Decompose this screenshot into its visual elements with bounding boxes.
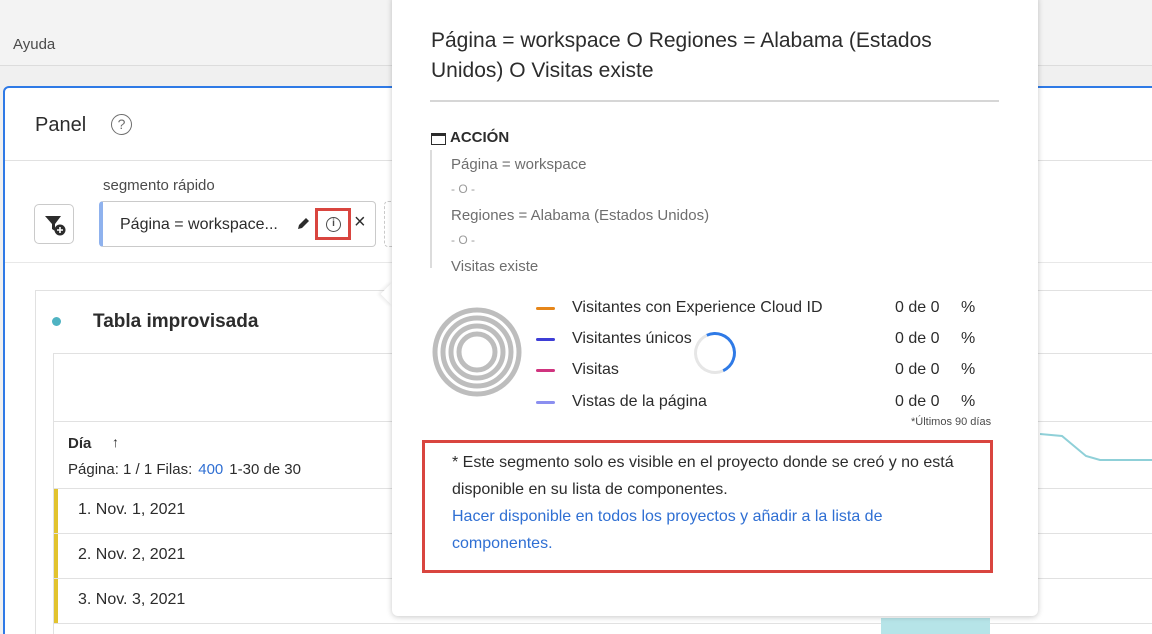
container-label: ACCIÓN	[450, 129, 510, 146]
metric-name: Visitas	[572, 361, 619, 378]
visibility-notice: * Este segmento solo es visible en el pr…	[422, 440, 993, 573]
chart-bar	[881, 618, 990, 634]
metric-row: Visitantes únicos 0 de 0 %	[392, 328, 1038, 352]
help-icon[interactable]: ?	[111, 114, 132, 135]
rows-per-page[interactable]: 400	[198, 461, 223, 478]
row-label: 2. Nov. 2, 2021	[78, 546, 186, 563]
panel-title: Panel	[35, 114, 87, 136]
metric-name: Visitantes únicos	[572, 330, 692, 347]
filter-add-icon	[45, 216, 66, 236]
metric-percent: %	[961, 361, 976, 378]
metric-percent: %	[961, 330, 976, 347]
metric-value: 0 de 0	[895, 393, 940, 410]
popover-divider	[430, 100, 999, 102]
metric-color-swatch	[536, 307, 555, 310]
metric-color-swatch	[536, 338, 555, 341]
segment-definition-title: Página = workspace O Regiones = Alabama …	[431, 29, 932, 82]
metric-row: Vistas de la página 0 de 0 %	[392, 391, 1038, 415]
collapse-dot-icon[interactable]	[52, 317, 61, 326]
metric-percent: %	[961, 299, 976, 316]
metric-color-swatch	[536, 401, 555, 404]
edit-icon[interactable]	[296, 217, 310, 231]
metric-name: Vistas de la página	[572, 393, 707, 410]
quick-segment-chip[interactable]: Página = workspace... i ×	[99, 201, 376, 247]
pager-label: Página: 1 / 1 Filas:	[68, 461, 193, 478]
freeform-table-title: Tabla improvisada	[93, 311, 259, 332]
row-range: 1-30 de 30	[229, 461, 301, 478]
rule-item: Visitas existe	[451, 258, 539, 275]
pagination: Página: 1 / 1 Filas: 400 1-30 de 30	[68, 461, 301, 478]
metric-row: Visitantes con Experience Cloud ID 0 de …	[392, 297, 1038, 321]
row-label: 3. Nov. 3, 2021	[78, 591, 186, 608]
metric-value: 0 de 0	[895, 361, 940, 378]
info-icon[interactable]: i	[326, 217, 341, 232]
metric-percent: %	[961, 393, 976, 410]
dimension-header[interactable]: Día	[68, 435, 91, 452]
remove-segment-icon[interactable]: ×	[354, 211, 366, 234]
metric-name: Visitantes con Experience Cloud ID	[572, 299, 823, 316]
help-menu[interactable]: Ayuda	[13, 36, 55, 53]
time-range-note: *Últimos 90 días	[911, 416, 992, 428]
metric-color-swatch	[536, 369, 555, 372]
rule-item: Página = workspace	[451, 156, 587, 173]
segment-chip-label: Página = workspace...	[120, 216, 278, 233]
rule-item: Regiones = Alabama (Estados Unidos)	[451, 207, 710, 224]
metric-row: Visitas 0 de 0 %	[392, 359, 1038, 383]
trend-sparkline	[1040, 433, 1152, 461]
metric-value: 0 de 0	[895, 299, 940, 316]
add-filter-button[interactable]	[34, 204, 74, 244]
segment-info-popover: Página = workspace O Regiones = Alabama …	[392, 0, 1038, 616]
rule-bracket	[430, 150, 432, 268]
notice-text: * Este segmento solo es visible en el pr…	[452, 454, 954, 498]
make-public-link[interactable]: Hacer disponible en todos los proyectos …	[452, 503, 982, 557]
sort-ascending-icon[interactable]: ↑	[112, 434, 119, 450]
hit-container-icon	[431, 133, 446, 145]
metric-value: 0 de 0	[895, 330, 940, 347]
row-label: 1. Nov. 1, 2021	[78, 501, 186, 518]
rule-operator: - O -	[451, 182, 475, 196]
segment-drop-label: segmento rápido	[103, 177, 215, 194]
info-highlight: i	[315, 208, 351, 240]
rule-operator: - O -	[451, 233, 475, 247]
